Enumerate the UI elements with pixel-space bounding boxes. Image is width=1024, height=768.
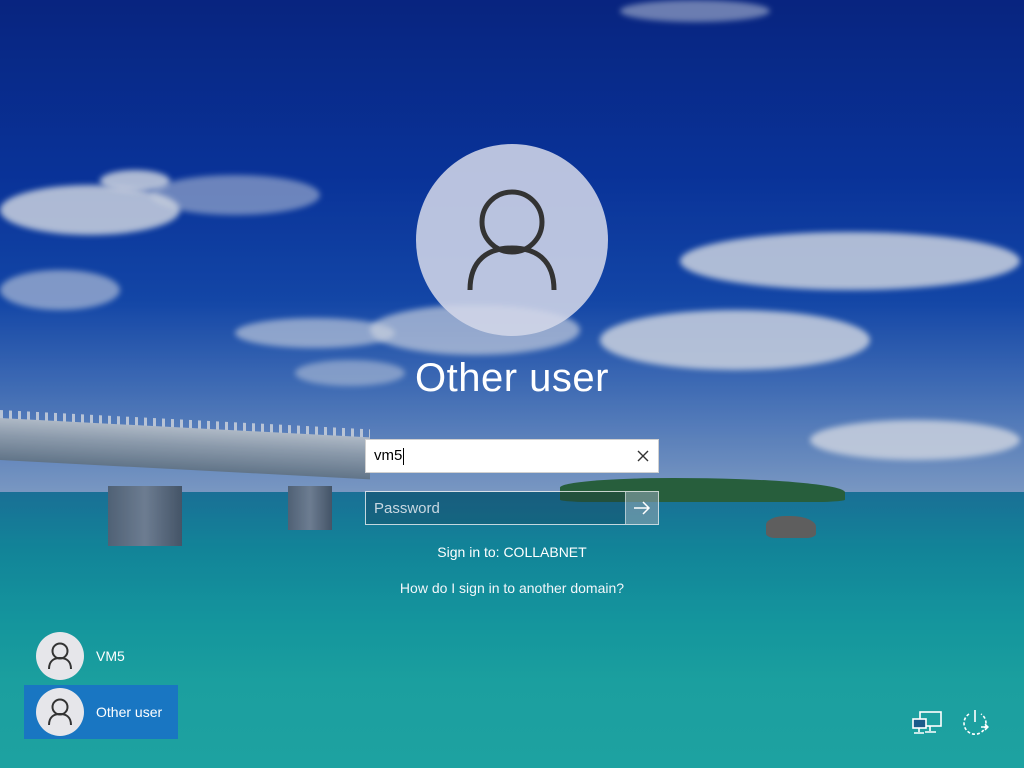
text-caret [403, 447, 405, 465]
network-button[interactable] [910, 706, 944, 740]
avatar [36, 688, 84, 736]
username-value[interactable]: vm5 [374, 447, 402, 464]
person-icon [48, 642, 72, 670]
power-icon [963, 710, 989, 735]
password-field[interactable] [365, 491, 659, 525]
lock-screen: Other user vm5 Sign in to: COLLABNET How… [0, 0, 1024, 768]
submit-button[interactable] [625, 492, 658, 524]
network-icon [912, 711, 942, 734]
user-list-item-label: VM5 [96, 648, 125, 664]
power-button[interactable] [958, 706, 992, 740]
user-title: Other user [415, 356, 609, 400]
username-field[interactable]: vm5 [365, 439, 659, 473]
user-list-item-other-user[interactable]: Other user [24, 685, 178, 739]
password-input[interactable] [366, 491, 625, 525]
user-list: VM5 Other user [24, 629, 180, 741]
clear-username-button[interactable] [628, 440, 658, 472]
avatar [36, 632, 84, 680]
user-list-item-vm5[interactable]: VM5 [24, 629, 178, 683]
sign-in-domain-text: Sign in to: COLLABNET [437, 544, 587, 560]
other-domain-link[interactable]: How do I sign in to another domain? [312, 580, 712, 596]
user-list-item-label: Other user [96, 704, 163, 720]
close-icon [637, 450, 649, 462]
person-icon [467, 189, 557, 291]
arrow-right-icon [634, 501, 651, 515]
user-avatar [416, 144, 608, 336]
person-icon [48, 698, 72, 726]
